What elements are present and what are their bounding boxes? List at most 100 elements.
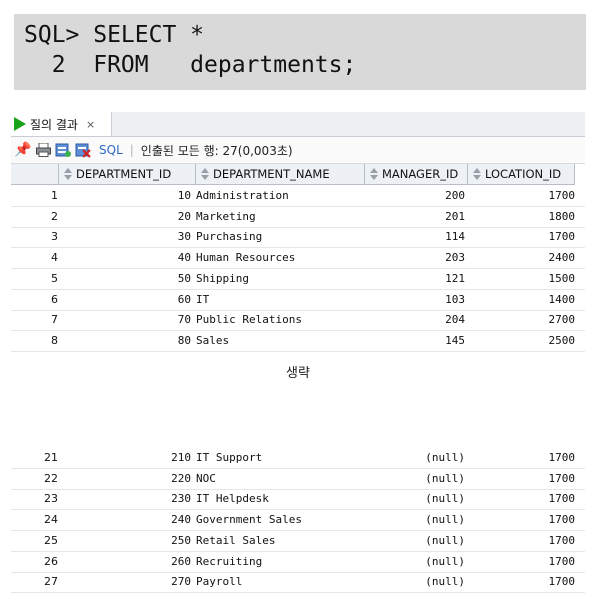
table-row[interactable]: 26 260 Recruiting (null) 1700 bbox=[11, 551, 585, 573]
department-id-cell: 260 bbox=[171, 554, 191, 568]
department-id-cell: 40 bbox=[177, 251, 191, 265]
row-number: 4 bbox=[51, 251, 58, 265]
manager-id-cell: 204 bbox=[445, 313, 465, 327]
table-row[interactable]: 23 230 IT Helpdesk (null) 1700 bbox=[11, 488, 585, 511]
column-header-location-id[interactable]: LOCATION_ID bbox=[468, 164, 575, 185]
manager-id-cell: (null) bbox=[425, 492, 465, 506]
department-name-cell: Public Relations bbox=[196, 313, 302, 327]
sql-line-1: SQL> SELECT * bbox=[24, 22, 205, 48]
row-number: 5 bbox=[51, 271, 58, 285]
sort-icon bbox=[472, 167, 482, 181]
department-name-cell: Shipping bbox=[196, 271, 249, 285]
location-id-cell: 2500 bbox=[548, 333, 576, 347]
manager-id-cell: 145 bbox=[445, 333, 465, 347]
row-number: 3 bbox=[51, 230, 58, 244]
location-id-cell: 1700 bbox=[548, 471, 576, 485]
department-name-cell: Sales bbox=[196, 333, 230, 347]
table-row[interactable]: 2 20 Marketing 201 1800 bbox=[11, 206, 585, 228]
table-row[interactable]: 7 70 Public Relations 204 2700 bbox=[11, 309, 585, 332]
location-id-cell: 2400 bbox=[548, 251, 576, 265]
manager-id-cell: 203 bbox=[445, 251, 465, 265]
location-id-cell: 1500 bbox=[548, 271, 576, 285]
department-name-cell: IT Helpdesk bbox=[196, 492, 269, 506]
pin-icon[interactable]: 📌 bbox=[14, 142, 31, 158]
location-id-cell: 1700 bbox=[548, 533, 576, 547]
department-name-cell: IT bbox=[196, 292, 210, 306]
department-id-cell: 10 bbox=[177, 189, 191, 202]
department-name-cell: NOC bbox=[196, 471, 216, 485]
location-id-cell: 1700 bbox=[548, 230, 576, 244]
table-row[interactable]: 3 30 Purchasing 114 1700 bbox=[11, 226, 585, 249]
department-id-cell: 250 bbox=[171, 533, 191, 547]
export-icon[interactable] bbox=[55, 142, 71, 158]
department-name-cell: Administration bbox=[196, 189, 289, 202]
manager-id-cell: 121 bbox=[445, 271, 465, 285]
table-row[interactable]: 21 210 IT Support (null) 1700 bbox=[11, 447, 585, 469]
table-row[interactable]: 8 80 Sales 145 2500 bbox=[11, 330, 585, 352]
row-number: 21 bbox=[44, 451, 58, 464]
row-number-header bbox=[11, 164, 59, 185]
omitted-rows-label: 생략 bbox=[286, 366, 310, 381]
department-id-cell: 240 bbox=[171, 513, 191, 527]
row-number: 6 bbox=[51, 292, 58, 306]
department-id-cell: 210 bbox=[171, 451, 191, 464]
table-row[interactable]: 4 40 Human Resources 203 2400 bbox=[11, 247, 585, 270]
column-header-manager-id[interactable]: MANAGER_ID bbox=[365, 164, 468, 185]
location-id-cell: 1700 bbox=[548, 554, 576, 568]
department-id-cell: 220 bbox=[171, 471, 191, 485]
row-number: 22 bbox=[44, 471, 58, 485]
department-id-cell: 50 bbox=[177, 271, 191, 285]
toolbar-separator: | bbox=[129, 143, 134, 157]
department-name-cell: Human Resources bbox=[196, 251, 296, 265]
department-name-cell: Purchasing bbox=[196, 230, 263, 244]
table-row[interactable]: 25 250 Retail Sales (null) 1700 bbox=[11, 530, 585, 552]
department-name-cell: Marketing bbox=[196, 209, 256, 223]
manager-id-cell: 103 bbox=[445, 292, 465, 306]
row-number: 8 bbox=[51, 333, 58, 347]
table-row[interactable]: 5 50 Shipping 121 1500 bbox=[11, 268, 585, 290]
sql-line-2: 2 FROM departments; bbox=[24, 52, 357, 78]
table-row[interactable]: 24 240 Government Sales (null) 1700 bbox=[11, 509, 585, 532]
row-number: 26 bbox=[44, 554, 58, 568]
department-id-cell: 70 bbox=[177, 313, 191, 327]
location-id-cell: 1400 bbox=[548, 292, 576, 306]
department-id-cell: 270 bbox=[171, 575, 191, 589]
sort-icon bbox=[63, 167, 73, 181]
tab-bar: 질의 결과 × bbox=[11, 112, 585, 137]
delete-icon[interactable] bbox=[75, 142, 91, 158]
manager-id-cell: 114 bbox=[445, 230, 465, 244]
result-toolbar: 📌 SQL | 인출된 모든 행: 27(0,003초) bbox=[11, 137, 585, 164]
query-result-panel: 질의 결과 × 📌 SQL | 인출된 모든 행: 27(0,003초) DEP… bbox=[11, 112, 585, 593]
manager-id-cell: 201 bbox=[445, 209, 465, 223]
manager-id-cell: (null) bbox=[425, 554, 465, 568]
location-id-cell: 1700 bbox=[548, 575, 576, 589]
print-icon[interactable] bbox=[35, 142, 51, 158]
sql-link[interactable]: SQL bbox=[99, 143, 123, 157]
close-icon[interactable]: × bbox=[86, 118, 95, 131]
department-name-cell: Retail Sales bbox=[196, 533, 276, 547]
tab-query-result[interactable]: 질의 결과 × bbox=[11, 112, 112, 136]
row-number: 27 bbox=[44, 575, 58, 589]
department-id-cell: 60 bbox=[177, 292, 191, 306]
table-row[interactable]: 1 10 Administration 200 1700 bbox=[11, 185, 585, 207]
row-number: 2 bbox=[51, 209, 58, 223]
sql-command-block: SQL> SELECT * 2 FROM departments; bbox=[14, 14, 586, 90]
department-id-cell: 30 bbox=[177, 230, 191, 244]
run-play-icon bbox=[14, 117, 26, 131]
column-header-department-name[interactable]: DEPARTMENT_NAME bbox=[196, 164, 365, 185]
manager-id-cell: (null) bbox=[425, 451, 465, 464]
department-id-cell: 20 bbox=[177, 209, 191, 223]
location-id-cell: 1700 bbox=[548, 492, 576, 506]
fetch-status: 인출된 모든 행: 27(0,003초) bbox=[140, 143, 293, 158]
manager-id-cell: (null) bbox=[425, 575, 465, 589]
row-number: 24 bbox=[44, 513, 58, 527]
table-row[interactable]: 6 60 IT 103 1400 bbox=[11, 289, 585, 311]
department-name-cell: IT Support bbox=[196, 451, 263, 464]
row-number: 1 bbox=[51, 189, 58, 202]
column-header-department-id[interactable]: DEPARTMENT_ID bbox=[59, 164, 196, 185]
table-row[interactable]: 22 220 NOC (null) 1700 bbox=[11, 468, 585, 490]
location-id-cell: 1800 bbox=[548, 209, 576, 223]
department-name-cell: Recruiting bbox=[196, 554, 263, 568]
table-row[interactable]: 27 270 Payroll (null) 1700 bbox=[11, 571, 585, 593]
manager-id-cell: (null) bbox=[425, 513, 465, 527]
